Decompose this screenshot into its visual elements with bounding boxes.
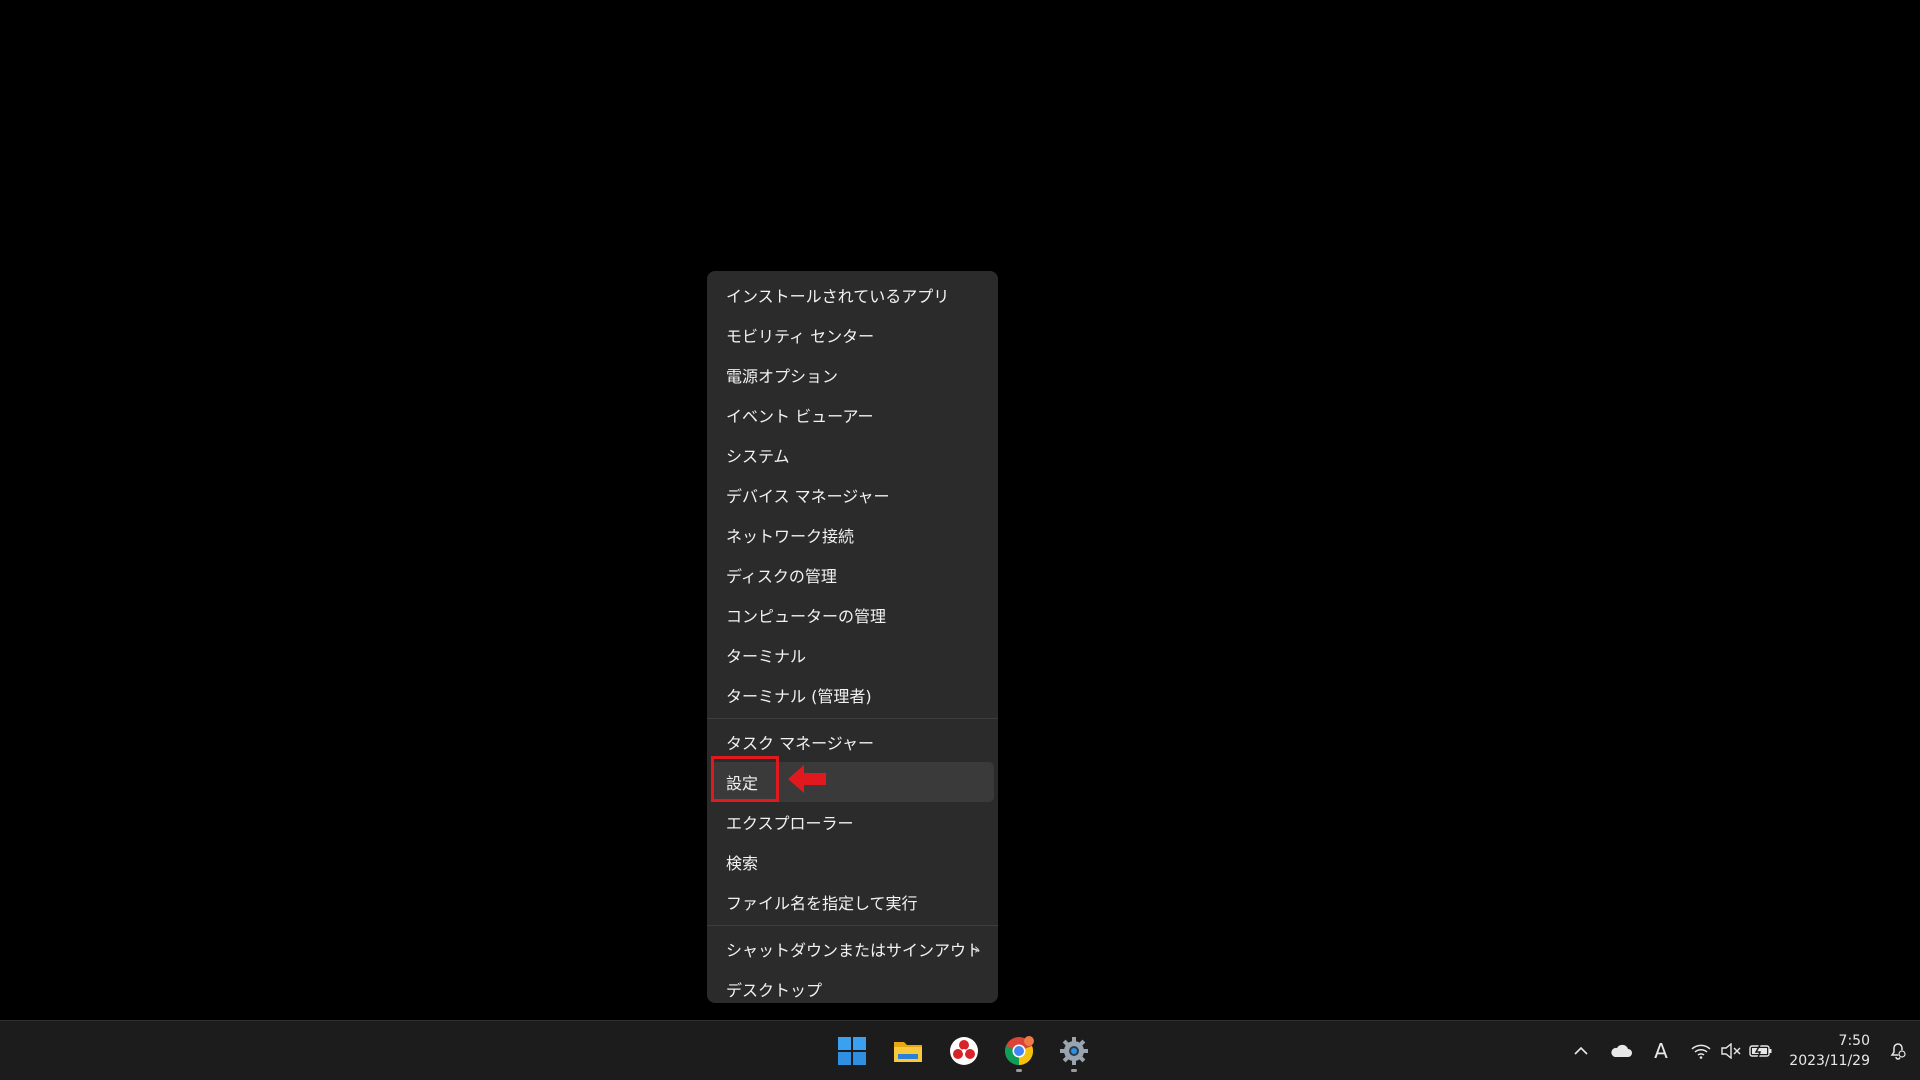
menu-item-shutdown-signout[interactable]: シャットダウンまたはサインアウト ›: [711, 929, 994, 969]
running-indicator: [1071, 1069, 1077, 1072]
clock-date: 2023/11/29: [1789, 1053, 1870, 1069]
menu-item-search[interactable]: 検索: [711, 842, 994, 882]
menu-item-device-manager[interactable]: デバイス マネージャー: [711, 475, 994, 515]
chrome-icon: [1004, 1036, 1034, 1065]
menu-item-task-manager[interactable]: タスク マネージャー: [711, 722, 994, 762]
photos-app-icon: [950, 1037, 978, 1065]
menu-item-settings[interactable]: 設定: [711, 762, 994, 802]
battery-charging-icon[interactable]: [1748, 1039, 1774, 1063]
wifi-icon[interactable]: [1688, 1039, 1714, 1063]
menu-item-mobility-center[interactable]: モビリティ センター: [711, 315, 994, 355]
menu-group-system-tools: インストールされているアプリ モビリティ センター 電源オプション イベント ビ…: [707, 275, 998, 715]
menu-item-terminal[interactable]: ターミナル: [711, 635, 994, 675]
menu-item-desktop[interactable]: デスクトップ: [711, 969, 994, 1009]
menu-item-shutdown-label: シャットダウンまたはサインアウト: [726, 941, 983, 960]
menu-item-run[interactable]: ファイル名を指定して実行: [711, 882, 994, 922]
windows-logo-icon: [838, 1037, 866, 1065]
menu-item-network-connections[interactable]: ネットワーク接続: [711, 515, 994, 555]
menu-item-system[interactable]: システム: [711, 435, 994, 475]
taskbar-photos-app[interactable]: [942, 1029, 986, 1073]
menu-item-disk-management[interactable]: ディスクの管理: [711, 555, 994, 595]
gear-icon: [1060, 1037, 1088, 1065]
ime-indicator[interactable]: A: [1648, 1039, 1674, 1063]
tray-overflow-chevron-icon[interactable]: [1568, 1039, 1594, 1063]
menu-group-apps: タスク マネージャー 設定 エクスプローラー 検索 ファイル名を指定して実行: [707, 722, 998, 922]
folder-icon: [894, 1042, 922, 1062]
taskbar-settings[interactable]: [1052, 1029, 1096, 1073]
menu-group-power: シャットダウンまたはサインアウト › デスクトップ: [707, 929, 998, 1009]
clock-time: 7:50: [1838, 1033, 1870, 1049]
taskbar-file-explorer[interactable]: [886, 1029, 930, 1073]
running-indicator: [1016, 1069, 1022, 1072]
menu-separator: [707, 925, 998, 926]
start-button[interactable]: [830, 1029, 874, 1073]
taskbar-chrome[interactable]: [997, 1029, 1041, 1073]
menu-item-terminal-admin[interactable]: ターミナル (管理者): [711, 675, 994, 715]
taskbar-clock[interactable]: 7:50 2023/11/29: [1789, 1031, 1870, 1071]
notification-bell-icon[interactable]: [1888, 1041, 1908, 1061]
winx-context-menu: インストールされているアプリ モビリティ センター 電源オプション イベント ビ…: [707, 271, 998, 1003]
onedrive-cloud-icon[interactable]: [1608, 1039, 1634, 1063]
volume-muted-icon[interactable]: [1718, 1039, 1744, 1063]
menu-item-computer-management[interactable]: コンピューターの管理: [711, 595, 994, 635]
menu-item-file-explorer[interactable]: エクスプローラー: [711, 802, 994, 842]
menu-item-event-viewer[interactable]: イベント ビューアー: [711, 395, 994, 435]
menu-separator: [707, 718, 998, 719]
menu-item-power-options[interactable]: 電源オプション: [711, 355, 994, 395]
taskbar: A 7:50 2023/11/29: [0, 1020, 1920, 1080]
chevron-right-icon: ›: [974, 940, 980, 958]
menu-item-installed-apps[interactable]: インストールされているアプリ: [711, 275, 994, 315]
